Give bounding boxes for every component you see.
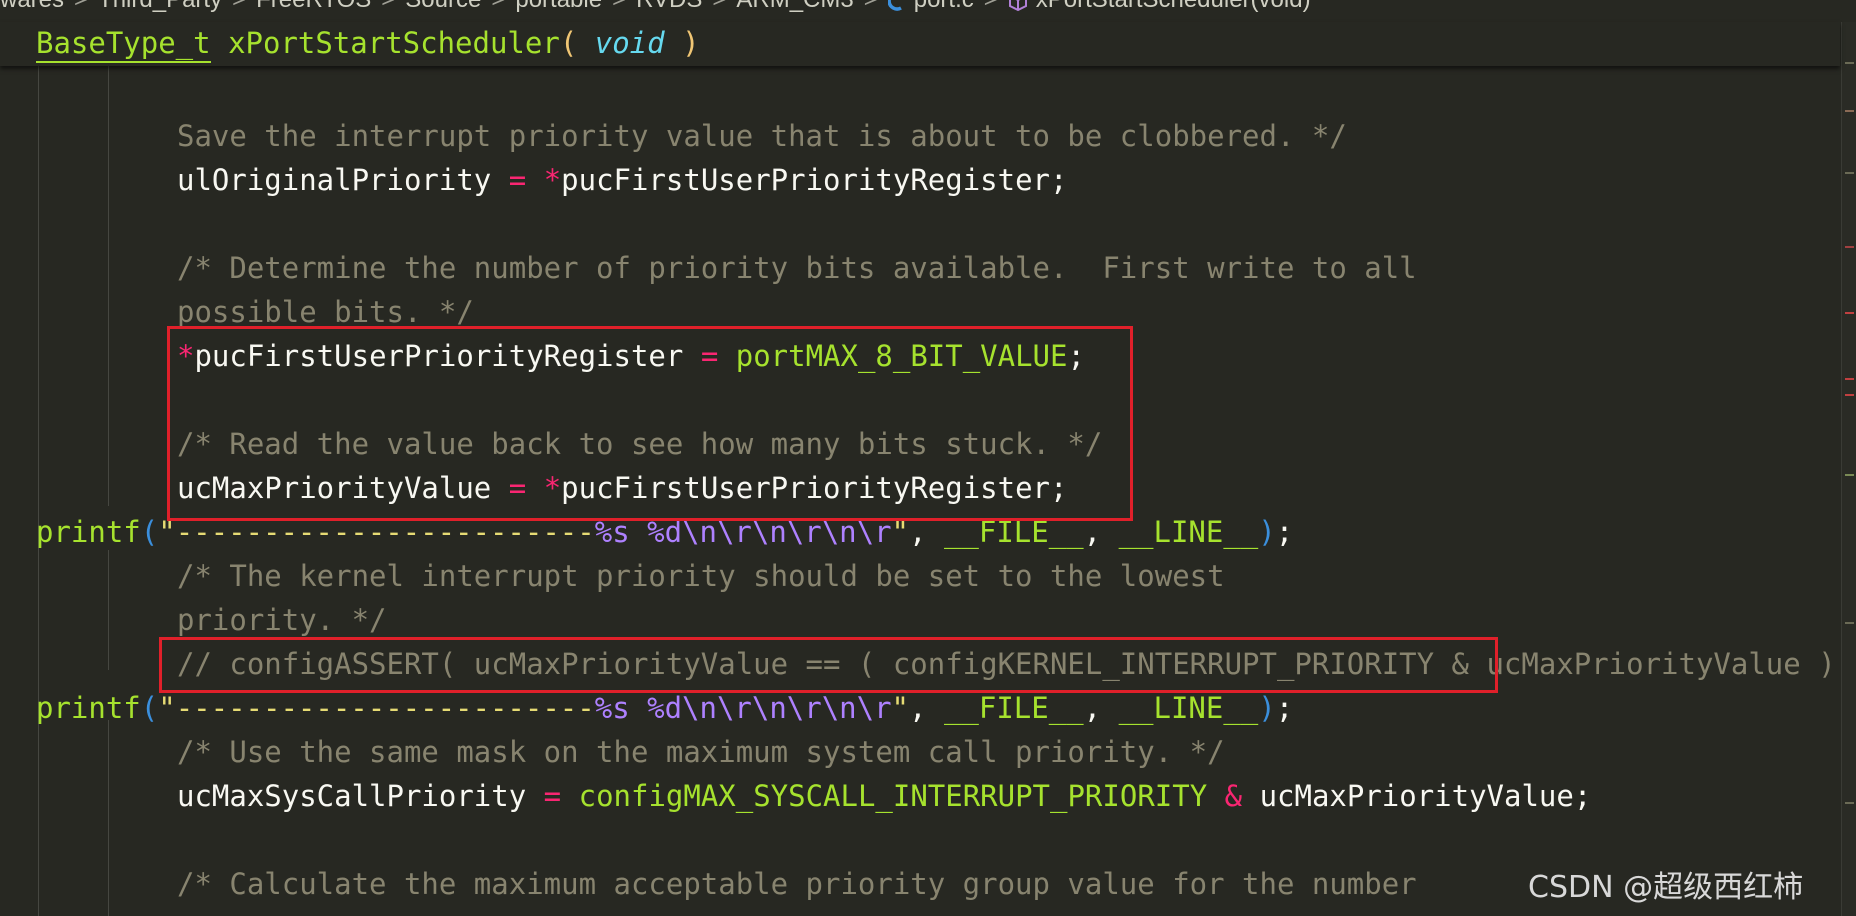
semicolon: ; (1275, 515, 1294, 549)
breadcrumb-file[interactable]: port.c (914, 0, 974, 14)
ruler-mark (1845, 172, 1854, 174)
comment-text: Save the interrupt priority value that i… (177, 119, 1347, 153)
breadcrumb-item[interactable]: portable (515, 0, 602, 14)
overview-ruler[interactable] (1841, 22, 1856, 916)
ruler-mark (1845, 312, 1854, 314)
watermark: CSDN @超级西红柿 (1528, 870, 1804, 905)
indent-guide (108, 550, 109, 670)
variable: ucMaxPriorityValue (1259, 779, 1574, 813)
semicolon: ; (1050, 163, 1068, 197)
return-type[interactable]: BaseType_t (36, 26, 211, 63)
breadcrumb-separator: > (491, 0, 505, 14)
format-spec: %s %d\n\r\n\r\n\r (594, 691, 892, 725)
indent-guide (108, 66, 109, 506)
breadcrumb: wares > Third_Party > FreeRTOS > Source > portab… (0, 0, 1311, 14)
highlight-box-priority-probe (167, 326, 1133, 521)
paren: ( (140, 515, 159, 549)
code-line[interactable]: /* Calculate the maximum acceptable prio… (177, 866, 1417, 902)
operator: = (543, 779, 562, 813)
comment-text: /* The kernel interrupt priority should … (177, 559, 1225, 593)
variable: ucMaxSysCallPriority (177, 779, 527, 813)
breadcrumb-separator: > (232, 0, 246, 14)
comment-text: /* Determine the number of priority bits… (177, 251, 1417, 285)
string-text: ------------------------ (175, 691, 595, 725)
paren: ( (140, 691, 159, 725)
function-call: printf (36, 691, 141, 725)
string-quote: " (891, 691, 910, 725)
breadcrumb-separator: > (381, 0, 395, 14)
indent-guide (38, 66, 39, 916)
sticky-function-signature[interactable]: BaseType_t xPortStartScheduler( void ) (36, 26, 700, 63)
breadcrumb-symbol[interactable]: xPortStartScheduler(void) (1036, 0, 1311, 14)
ruler-mark (1845, 62, 1854, 64)
highlight-box-config-assert (159, 637, 1498, 693)
breadcrumb-separator: > (984, 0, 998, 14)
code-line[interactable]: /* Use the same mask on the maximum syst… (177, 734, 1225, 770)
semicolon: ; (1275, 691, 1294, 725)
breadcrumb-separator: > (612, 0, 626, 14)
comma: , (909, 691, 927, 725)
macro: __LINE__ (1118, 515, 1259, 549)
operator: * (543, 163, 562, 197)
comment-text: /* Use the same mask on the maximum syst… (177, 735, 1225, 769)
macro: configMAX_SYSCALL_INTERRUPT_PRIORITY (578, 779, 1208, 813)
sticky-scroll-header[interactable]: BaseType_t xPortStartScheduler( void ) (0, 22, 1840, 66)
ruler-mark (1845, 110, 1854, 112)
breadcrumb-item[interactable]: wares (0, 0, 64, 14)
comma: , (1083, 691, 1102, 725)
string-quote: " (158, 691, 176, 725)
code-line[interactable]: /* The kernel interrupt priority should … (177, 558, 1225, 594)
open-paren: ( (559, 26, 578, 60)
breadcrumb-item[interactable]: Source (405, 0, 481, 14)
macro: __FILE__ (943, 691, 1084, 725)
ruler-mark (1845, 394, 1854, 396)
paren: ) (1258, 515, 1276, 549)
breadcrumb-separator: > (74, 0, 88, 14)
function-call: printf (36, 515, 141, 549)
code-editor[interactable]: wares > Third_Party > FreeRTOS > Source > portab… (0, 0, 1856, 916)
operator: & (1224, 779, 1243, 813)
paren: ) (1258, 691, 1276, 725)
code-line[interactable]: priority. */ (177, 602, 387, 638)
code-line[interactable]: ucMaxSysCallPriority = configMAX_SYSCALL… (177, 778, 1591, 814)
code-line[interactable]: possible bits. */ (177, 294, 474, 330)
comment-text: /* Calculate the maximum acceptable prio… (177, 867, 1417, 901)
function-cube-icon (1008, 0, 1028, 12)
macro: __LINE__ (1118, 691, 1259, 725)
ruler-mark (1845, 378, 1854, 380)
breadcrumb-separator: > (864, 0, 878, 14)
ruler-mark (1845, 246, 1854, 248)
breadcrumb-separator: > (712, 0, 726, 14)
breadcrumb-item[interactable]: Third_Party (98, 0, 222, 14)
code-line[interactable]: /* Determine the number of priority bits… (177, 250, 1417, 286)
semicolon: ; (1573, 779, 1592, 813)
breadcrumb-item[interactable]: FreeRTOS (256, 0, 371, 14)
comment-text: possible bits. */ (177, 295, 474, 329)
variable: pucFirstUserPriorityRegister (561, 163, 1051, 197)
breadcrumb-item[interactable]: RVDS (636, 0, 702, 14)
comment-text: priority. */ (177, 603, 387, 637)
ruler-mark (1845, 622, 1854, 624)
ruler-mark (1845, 802, 1854, 804)
code-line[interactable]: ulOriginalPriority = *pucFirstUserPriori… (177, 162, 1068, 198)
close-paren: ) (682, 26, 700, 60)
breadcrumb-item[interactable]: ARM_CM3 (736, 0, 853, 14)
ruler-mark (1845, 474, 1854, 476)
code-line[interactable]: Save the interrupt priority value that i… (177, 118, 1347, 154)
variable: ulOriginalPriority (177, 163, 492, 197)
operator: = (508, 163, 527, 197)
code-line[interactable]: printf("------------------------%s %d\n\… (36, 690, 1293, 726)
indent-guide (108, 720, 109, 916)
function-name[interactable]: xPortStartScheduler (228, 26, 560, 60)
param-keyword: void (594, 26, 665, 60)
c-file-icon (887, 0, 904, 12)
